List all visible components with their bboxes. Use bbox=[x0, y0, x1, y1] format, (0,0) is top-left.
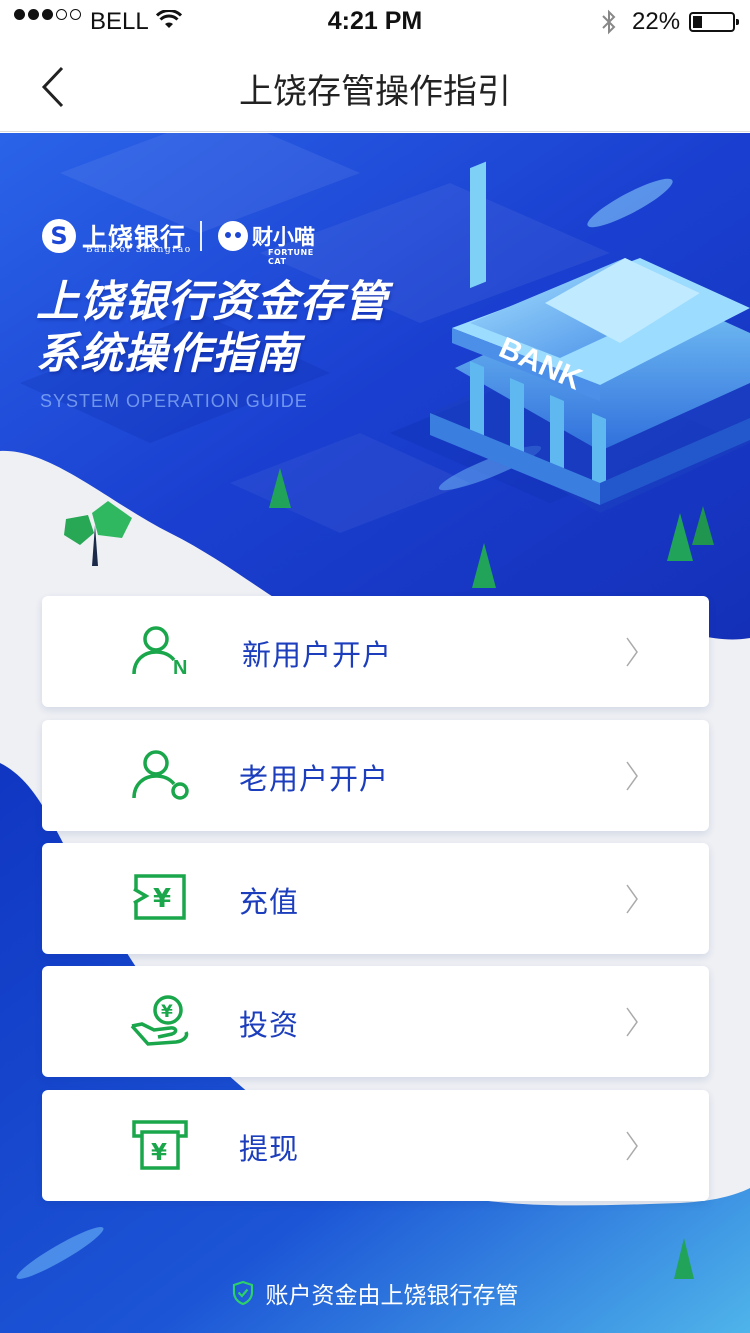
menu-item-label: 新用户开户 bbox=[242, 638, 393, 672]
battery-icon bbox=[689, 12, 739, 32]
bank-logo-icon: S bbox=[42, 219, 76, 253]
hero-title-line1: 上饶银行资金存管 bbox=[36, 277, 388, 327]
hero-title-line2: 系统操作指南 bbox=[36, 329, 300, 379]
menu-item-withdraw[interactable]: ¥ 提现 bbox=[42, 1090, 709, 1201]
menu-item-recharge[interactable]: ¥ 充值 bbox=[42, 843, 709, 954]
chevron-right-icon bbox=[626, 1131, 638, 1161]
menu-item-old-user[interactable]: 老用户开户 bbox=[42, 720, 709, 831]
hero-subtitle: SYSTEM OPERATION GUIDE bbox=[40, 391, 308, 411]
svg-text:N: N bbox=[173, 657, 187, 678]
hero-title: 上饶银行资金存管 系统操作指南 bbox=[36, 276, 388, 380]
footer-note: 账户资金由上饶银行存管 bbox=[0, 1276, 750, 1310]
brand-divider bbox=[200, 221, 203, 251]
bluetooth-icon bbox=[602, 9, 616, 35]
partner-name: 财小喵 bbox=[252, 225, 316, 249]
bank-name-en: Bank of Shangrao bbox=[86, 245, 192, 255]
menu-item-invest[interactable]: ¥ 投资 bbox=[42, 966, 709, 1077]
menu-item-label: 老用户开户 bbox=[239, 762, 390, 796]
menu-item-label: 投资 bbox=[239, 1008, 300, 1042]
status-bar: BELL 4:21 PM 22% bbox=[0, 0, 750, 42]
svg-text:¥: ¥ bbox=[151, 1140, 167, 1166]
chevron-right-icon bbox=[626, 761, 638, 791]
partner-name-en: FORTUNE CAT bbox=[268, 248, 314, 266]
shield-check-icon bbox=[232, 1280, 253, 1306]
page-title: 上饶存管操作指引 bbox=[239, 72, 511, 112]
invest-icon: ¥ bbox=[130, 995, 189, 1046]
recharge-icon: ¥ bbox=[130, 874, 186, 920]
svg-text:¥: ¥ bbox=[153, 884, 171, 914]
old-user-icon bbox=[132, 750, 189, 800]
fortune-cat-logo-icon bbox=[218, 221, 249, 251]
chevron-right-icon bbox=[626, 637, 638, 667]
chevron-right-icon bbox=[626, 884, 638, 914]
nav-bar: 上饶存管操作指引 bbox=[0, 42, 750, 132]
battery-percent: 22% bbox=[632, 8, 681, 35]
brand-header: S 上饶银行 Bank of Shangrao 财小喵 FORTUNE CAT bbox=[42, 218, 316, 266]
withdraw-icon: ¥ bbox=[132, 1120, 188, 1170]
new-user-icon: N bbox=[132, 626, 187, 678]
menu-item-label: 充值 bbox=[239, 885, 300, 919]
footer-text: 账户资金由上饶银行存管 bbox=[265, 1283, 519, 1309]
menu-item-new-user[interactable]: N 新用户开户 bbox=[42, 596, 709, 707]
menu-item-label: 提现 bbox=[239, 1132, 300, 1166]
chevron-right-icon bbox=[626, 1007, 638, 1037]
svg-text:¥: ¥ bbox=[161, 1002, 173, 1022]
